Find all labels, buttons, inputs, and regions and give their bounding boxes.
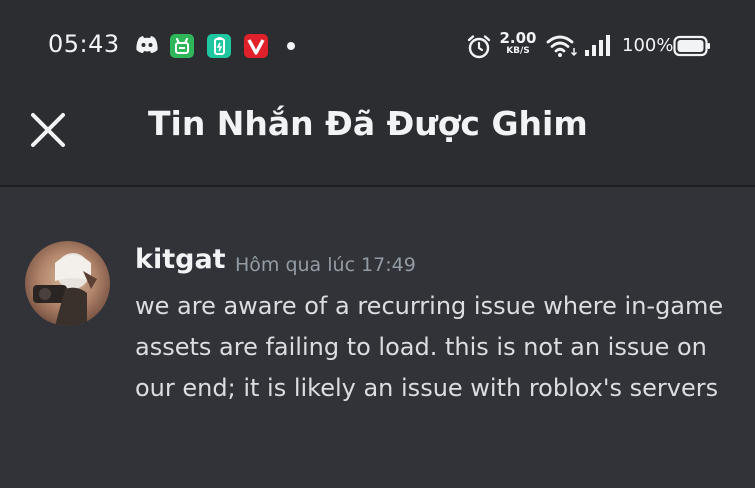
cellular-signal-icon [584, 34, 614, 62]
network-speed-value: 2.00 [499, 29, 537, 47]
network-speed: 2.00 KB/S [498, 31, 538, 56]
alarm-icon [466, 34, 492, 64]
vivaldi-app-notification-icon [244, 34, 268, 58]
app-notification-icon [170, 34, 194, 58]
message-author[interactable]: kitgat [135, 244, 226, 275]
network-speed-unit: KB/S [506, 46, 530, 56]
battery-icon [673, 35, 711, 61]
message-timestamp: Hôm qua lúc 17:49 [235, 254, 416, 276]
more-notifications-dot-icon [287, 42, 295, 50]
battery-percentage: 100% [622, 35, 674, 56]
discord-notification-icon [134, 33, 160, 61]
message-content: we are aware of a recurring issue where … [135, 292, 724, 402]
status-time: 05:43 [48, 30, 120, 58]
page-title: Tin Nhắn Đã Được Ghim [148, 104, 588, 143]
close-icon [31, 113, 65, 147]
wifi-icon [546, 34, 578, 62]
pinned-messages-header: Tin Nhắn Đã Được Ghim [0, 90, 755, 187]
avatar[interactable] [25, 241, 110, 326]
battery-app-notification-icon [207, 34, 231, 58]
status-bar: 05:43 2.00 KB/S 100% [0, 0, 755, 90]
close-button[interactable] [22, 104, 74, 156]
